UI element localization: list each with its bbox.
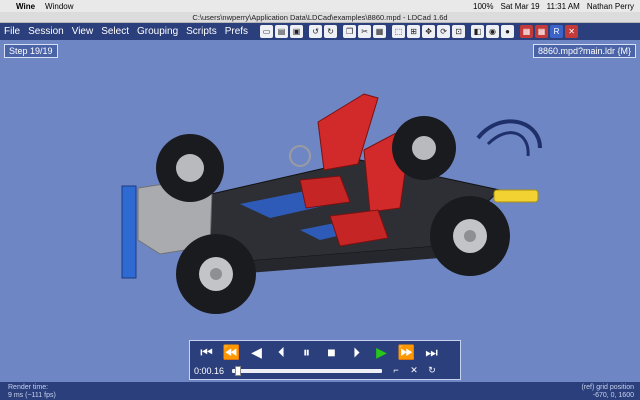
cut-icon[interactable]: ✂ bbox=[358, 25, 372, 38]
loop-start-icon[interactable]: ⌐ bbox=[390, 365, 402, 377]
stop-icon[interactable]: ■ bbox=[319, 341, 344, 363]
paste-icon[interactable]: ▦ bbox=[373, 25, 387, 38]
render-time-value: 9 ms (~111 fps) bbox=[8, 392, 56, 399]
app-menubar: File Session View Select Grouping Script… bbox=[0, 23, 640, 40]
help-icon[interactable]: ✕ bbox=[565, 25, 579, 38]
window-title: C:\users\nwperry\Application Data\LDCad\… bbox=[0, 12, 640, 23]
play-icon[interactable]: ▶ bbox=[369, 341, 394, 363]
front-left-wheel bbox=[156, 134, 224, 202]
new-icon[interactable]: ▭ bbox=[260, 25, 274, 38]
loop-toggle-icon[interactable]: ↻ bbox=[426, 365, 438, 377]
player-timeline: 0:00.16 ⌐ ✕ ↻ bbox=[190, 363, 460, 379]
mac-app-name[interactable]: Wine bbox=[16, 2, 35, 11]
playback-slider[interactable] bbox=[232, 366, 382, 376]
pause-icon[interactable]: ⏸ bbox=[294, 341, 319, 363]
grid-icon[interactable]: ▦ bbox=[535, 25, 549, 38]
render-icon[interactable]: ▦ bbox=[520, 25, 534, 38]
prev-frame-icon[interactable]: ⏴ bbox=[269, 341, 294, 363]
camera-icon[interactable]: ◧ bbox=[471, 25, 485, 38]
fast-forward-icon[interactable]: ⏩ bbox=[394, 341, 419, 363]
render-time-label: Render time: bbox=[8, 384, 49, 391]
menu-session[interactable]: Session bbox=[24, 26, 68, 37]
menu-prefs[interactable]: Prefs bbox=[221, 26, 252, 37]
menu-grouping[interactable]: Grouping bbox=[133, 26, 182, 37]
redo-icon[interactable]: ↻ bbox=[324, 25, 338, 38]
grid-position-label: (ref) grid position bbox=[581, 384, 634, 391]
next-frame-icon[interactable]: ⏵ bbox=[344, 341, 369, 363]
undo-icon[interactable]: ↺ bbox=[309, 25, 323, 38]
menu-scripts[interactable]: Scripts bbox=[182, 26, 221, 37]
playback-time: 0:00.16 bbox=[194, 366, 225, 376]
mac-menu-window[interactable]: Window bbox=[45, 2, 73, 11]
battery-status: 100% bbox=[473, 1, 494, 11]
user-name[interactable]: Nathan Perry bbox=[587, 2, 634, 11]
loop-clear-icon[interactable]: ✕ bbox=[408, 365, 420, 377]
menu-select[interactable]: Select bbox=[97, 26, 133, 37]
toolbar: ▭ ▤ ▣ ↺ ↻ ❐ ✂ ▦ ⬚ ⊞ ✥ ⟳ ⊡ ◧ ◉ ● ▦ ▦ R ✕ bbox=[260, 25, 580, 38]
snap-icon[interactable]: ⊡ bbox=[452, 25, 466, 38]
first-step-icon[interactable]: ⏮ bbox=[194, 341, 219, 363]
front-right-wheel bbox=[176, 234, 256, 314]
lego-model-render[interactable] bbox=[0, 40, 640, 382]
date-display: Sat Mar 19 bbox=[500, 1, 540, 11]
color-icon[interactable]: ● bbox=[501, 25, 515, 38]
step-player: ⏮ ⏪ ◀ ⏴ ⏸ ■ ⏵ ▶ ⏩ ⏭ 0:00.16 ⌐ ✕ ↻ bbox=[189, 340, 461, 380]
status-bar: Render time: 9 ms (~111 fps) (ref) grid … bbox=[0, 382, 640, 400]
group-icon[interactable]: ⬚ bbox=[392, 25, 406, 38]
step-back-icon[interactable]: ◀ bbox=[244, 341, 269, 363]
time-display: 11:31 AM bbox=[546, 1, 580, 11]
open-icon[interactable]: ▤ bbox=[275, 25, 289, 38]
playback-slider-handle[interactable] bbox=[234, 366, 241, 376]
mac-menubar: Wine Window 100% Sat Mar 19 11:31 AM Nat… bbox=[0, 0, 640, 12]
player-controls: ⏮ ⏪ ◀ ⏴ ⏸ ■ ⏵ ▶ ⏩ ⏭ bbox=[190, 341, 460, 363]
grid-position-value: -670, 0, 1600 bbox=[592, 392, 634, 399]
ungroup-icon[interactable]: ⊞ bbox=[407, 25, 421, 38]
copy-icon[interactable]: ❐ bbox=[343, 25, 357, 38]
rear-right-wheel bbox=[430, 196, 510, 276]
light-icon[interactable]: ◉ bbox=[486, 25, 500, 38]
last-step-icon[interactable]: ⏭ bbox=[419, 341, 444, 363]
menu-view[interactable]: View bbox=[68, 26, 98, 37]
move-icon[interactable]: ✥ bbox=[422, 25, 436, 38]
menu-file[interactable]: File bbox=[0, 26, 24, 37]
3d-viewport[interactable]: Step 19/19 8860.mpd?main.ldr {M} bbox=[0, 40, 640, 382]
fast-back-icon[interactable]: ⏪ bbox=[219, 341, 244, 363]
rotate-icon[interactable]: ⟳ bbox=[437, 25, 451, 38]
settings-icon[interactable]: R bbox=[550, 25, 564, 38]
save-icon[interactable]: ▣ bbox=[290, 25, 304, 38]
rear-left-wheel bbox=[392, 116, 456, 180]
